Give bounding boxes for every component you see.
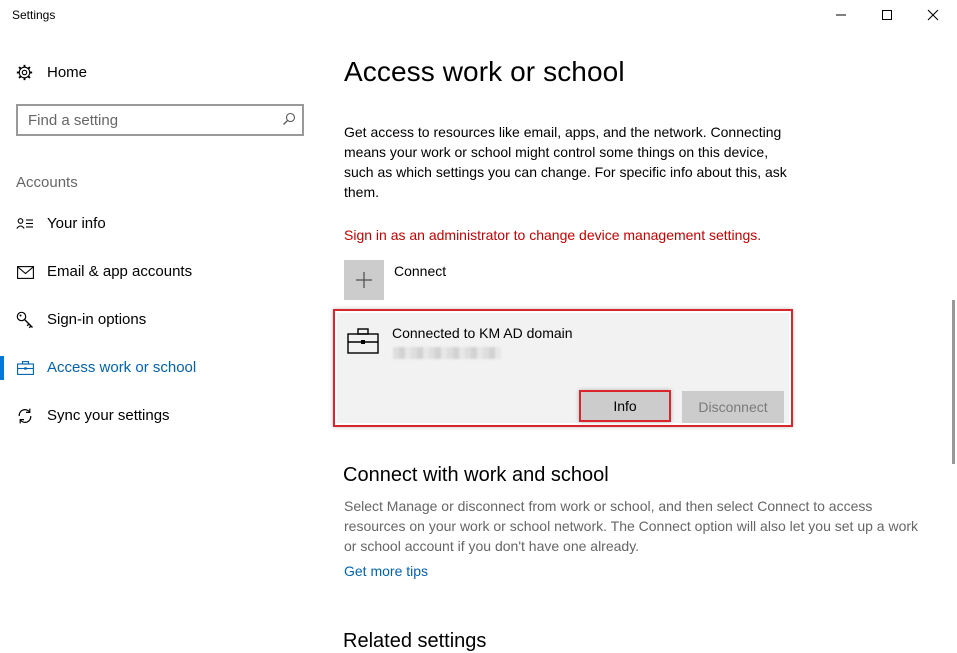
title-bar: Settings bbox=[0, 0, 957, 32]
person-card-icon bbox=[16, 216, 34, 232]
plus-icon-box[interactable] bbox=[344, 260, 384, 300]
account-name: Connected to KM AD domain bbox=[392, 325, 573, 341]
sidebar-item-sign-in-options[interactable]: Sign-in options bbox=[0, 300, 320, 340]
related-settings-title: Related settings bbox=[343, 630, 487, 652]
sidebar-item-label: Your info bbox=[47, 215, 106, 232]
home-label: Home bbox=[47, 63, 88, 81]
sidebar-item-label: Email & app accounts bbox=[47, 263, 193, 280]
sidebar-item-sync-your-settings[interactable]: Sync your settings bbox=[0, 396, 320, 436]
briefcase-icon bbox=[347, 328, 379, 354]
work-account-card-body: Connected to KM AD domain Info Disconnec… bbox=[337, 313, 789, 423]
minimize-button[interactable] bbox=[818, 0, 864, 30]
sidebar-item-your-info[interactable]: Your info bbox=[0, 204, 320, 244]
connect-section-description: Select Manage or disconnect from work or… bbox=[344, 498, 919, 554]
maximize-button[interactable] bbox=[864, 0, 910, 30]
get-more-tips-link[interactable]: Get more tips bbox=[344, 563, 428, 579]
sync-icon bbox=[16, 408, 34, 424]
info-button-label: Info bbox=[613, 398, 637, 414]
page-title: Access work or school bbox=[344, 56, 625, 87]
main-content: Access work or school Get access to reso… bbox=[320, 32, 945, 652]
app-title: Settings bbox=[12, 8, 56, 22]
section-label-accounts: Accounts bbox=[16, 174, 78, 191]
sidebar: Home Accounts Your info Emai bbox=[0, 32, 320, 644]
gear-icon bbox=[16, 64, 33, 80]
maximize-icon bbox=[882, 10, 892, 20]
disconnect-button[interactable]: Disconnect bbox=[682, 391, 784, 423]
scrollbar-thumb[interactable] bbox=[952, 300, 955, 464]
connect-label: Connect bbox=[394, 263, 447, 279]
search-input[interactable] bbox=[28, 110, 268, 130]
sidebar-item-email-app-accounts[interactable]: Email & app accounts bbox=[0, 252, 320, 292]
sidebar-item-label: Access work or school bbox=[47, 359, 197, 376]
briefcase-icon bbox=[16, 360, 34, 376]
home-nav-item[interactable]: Home bbox=[16, 62, 87, 82]
search-box[interactable] bbox=[16, 104, 304, 136]
mail-icon bbox=[16, 264, 34, 280]
key-icon bbox=[16, 311, 34, 329]
admin-warning: Sign in as an administrator to change de… bbox=[344, 227, 762, 243]
connect-button[interactable]: Connect bbox=[344, 260, 446, 300]
connect-section-title: Connect with work and school bbox=[343, 464, 609, 486]
disconnect-button-label: Disconnect bbox=[698, 399, 768, 415]
plus-icon bbox=[356, 272, 372, 288]
sidebar-item-access-work-or-school[interactable]: Access work or school bbox=[0, 348, 320, 388]
search-icon[interactable] bbox=[282, 112, 296, 126]
active-indicator bbox=[0, 356, 4, 380]
page-description: Get access to resources like email, apps… bbox=[344, 124, 787, 200]
sidebar-item-label: Sign-in options bbox=[47, 311, 147, 328]
close-button[interactable] bbox=[910, 0, 956, 30]
work-account-card[interactable]: Connected to KM AD domain Info Disconnec… bbox=[333, 309, 793, 427]
close-icon bbox=[927, 9, 939, 21]
sidebar-item-label: Sync your settings bbox=[47, 407, 170, 424]
minimize-icon bbox=[836, 14, 846, 16]
info-button[interactable]: Info bbox=[579, 390, 671, 422]
account-email-redacted bbox=[393, 347, 501, 359]
